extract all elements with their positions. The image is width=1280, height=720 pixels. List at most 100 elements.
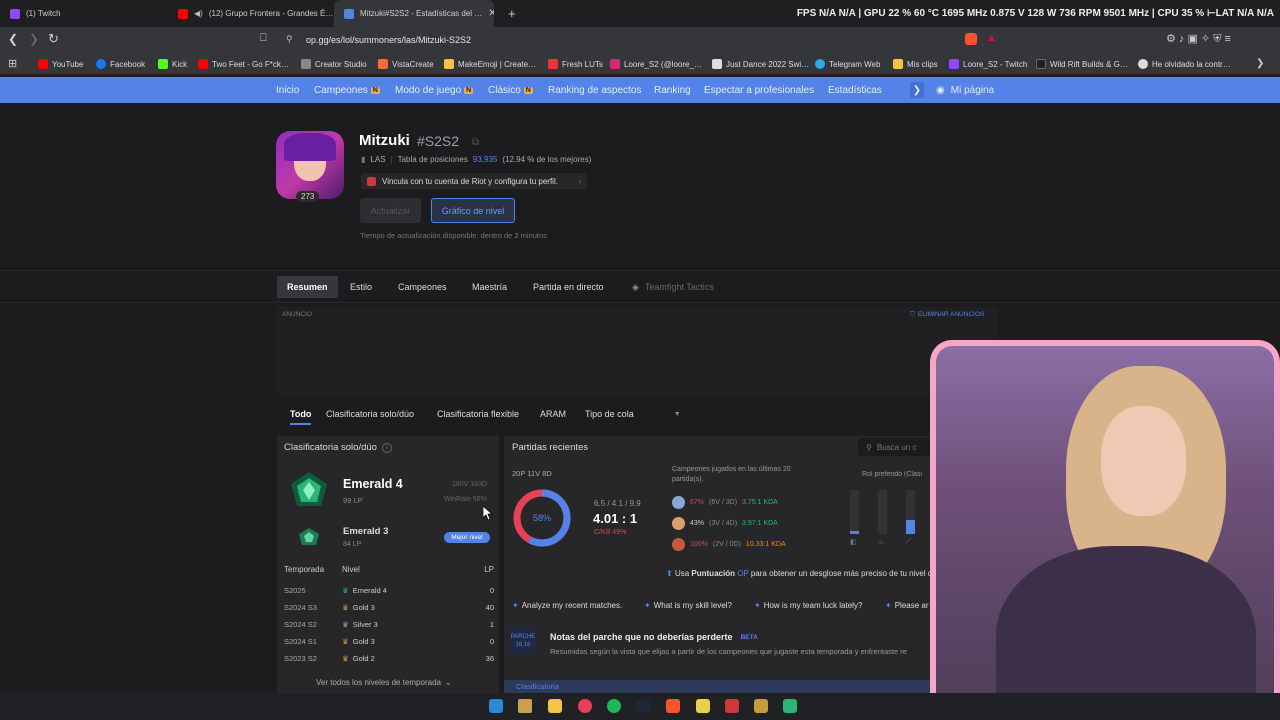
bookmark-youtube[interactable]: YouTube <box>38 53 83 75</box>
queue-tab-aram[interactable]: ARAM <box>540 405 566 423</box>
reload-icon[interactable]: ↻ <box>48 31 59 47</box>
copy-icon[interactable]: ⧉ <box>472 137 479 148</box>
nav-espectar[interactable]: Espectar a profesionales <box>704 77 814 103</box>
ladder-rank-link[interactable]: 93,935 <box>473 155 497 164</box>
nav-campeones[interactable]: Campeones N <box>314 77 380 103</box>
match-row-header: Clasificatoria <box>504 680 934 693</box>
bookmark-creator-studio[interactable]: Creator Studio <box>301 53 367 75</box>
kda-ratio: 4.01 : 1 <box>593 511 638 526</box>
bookmark-just-dance[interactable]: Just Dance 2022 Swi… <box>712 53 809 75</box>
avatar-hair <box>284 133 336 161</box>
more-bookmarks-icon[interactable]: ❯ <box>1256 58 1264 69</box>
mouse-cursor-icon <box>483 506 493 520</box>
queue-tab-todo[interactable]: Todo <box>290 405 312 425</box>
queue-tab-flex[interactable]: Clasificatoria flexible <box>437 405 519 423</box>
season-header: Temporada Nivel LP <box>284 564 494 574</box>
bookmark-vistacreate[interactable]: VistaCreate <box>378 53 434 75</box>
back-icon[interactable]: ❮ <box>8 32 18 46</box>
champion-row[interactable]: 67% (6V / 3D) 3.75:1 KDA <box>672 494 778 510</box>
bookmark-wild-rift[interactable]: Wild Rift Builds & G… <box>1036 53 1128 75</box>
tab-campeones[interactable]: Campeones <box>388 276 457 298</box>
browser-tab-youtube[interactable]: ◀) (12) Grupo Frontera - Grandes É… <box>168 0 334 27</box>
level-graph-button[interactable]: Gráfico de nivel <box>431 198 515 223</box>
browser-tab-opgg[interactable]: Mitzuki#S2S2 - Estadísticas del … ✕ <box>334 0 494 27</box>
bookmark-two-feet[interactable]: Two Feet - Go F*ck… <box>198 53 289 75</box>
patch-notes-title[interactable]: Notas del parche que no deberías perdert… <box>550 632 758 642</box>
champion-row[interactable]: 43% (3V / 4D) 3.97:1 KDA <box>672 515 778 531</box>
champion-row[interactable]: 100% (2V / 0D) 10.33:1 KDA <box>672 536 786 552</box>
nav-ranking[interactable]: Ranking <box>654 77 691 103</box>
notes-icon[interactable] <box>518 699 532 713</box>
extensions-icon[interactable]: ⚙ ♪ ▣ ✧ ⛨ ≡ <box>1166 32 1231 46</box>
bookmark-facebook[interactable]: Facebook <box>96 53 145 75</box>
app-icon[interactable] <box>696 699 710 713</box>
windows-start-icon[interactable] <box>489 699 503 713</box>
nav-clasico[interactable]: Clásico N <box>488 77 533 103</box>
brave-icon[interactable] <box>666 699 680 713</box>
update-button[interactable]: Actualizar <box>360 198 421 223</box>
bookmark-twitch[interactable]: Loore_S2 - Twitch <box>949 53 1027 75</box>
riot-client-icon[interactable] <box>725 699 739 713</box>
performance-overlay: FPS N/A N/A | GPU 22 % 60 °C 1695 MHz 0.… <box>796 8 1274 19</box>
riot-link-banner[interactable]: Vincula con tu cuenta de Riot y configur… <box>361 173 587 189</box>
champion-search-input[interactable]: ⚲ Busca un c <box>858 438 934 456</box>
chrome-icon[interactable] <box>578 699 592 713</box>
telegram-icon <box>815 59 825 69</box>
overwolf-icon[interactable] <box>783 699 797 713</box>
bookmark-icon[interactable]: ⎕ <box>260 32 267 45</box>
twitch-icon <box>10 8 20 19</box>
queue-tab-solo-duo[interactable]: Clasificatoria solo/dúo <box>326 405 414 423</box>
bookmark-kick[interactable]: Kick <box>158 53 187 75</box>
apps-icon[interactable]: ⊞ <box>8 57 17 70</box>
ai-pill-please[interactable]: ✦ Please ar <box>885 598 933 612</box>
browser-tab-twitch[interactable]: (1) Twitch <box>0 0 170 27</box>
spotify-icon[interactable] <box>607 699 621 713</box>
nav-inicio[interactable]: Inicio <box>276 77 299 103</box>
view-all-seasons-link[interactable]: Ver todos los niveles de temporada ⌄ <box>316 678 452 687</box>
riot-icon <box>367 176 376 186</box>
ai-pill-skill[interactable]: ✦ What is my skill level? <box>644 598 732 612</box>
win-loss: 180V 183D <box>452 481 488 488</box>
bookmark-fresh-luts[interactable]: Fresh LUTs <box>548 53 603 75</box>
close-tab-icon[interactable]: ✕ <box>488 8 494 19</box>
remove-ads-link[interactable]: ⛉ ELIMINAR ANUNCIOS <box>910 311 984 319</box>
tier-icon: ♛ <box>342 636 349 646</box>
bookmark-forgot-password[interactable]: He olvidado la contr… <box>1138 53 1231 75</box>
tab-resumen[interactable]: Resumen <box>277 276 338 298</box>
league-client-icon[interactable] <box>754 699 768 713</box>
bookmark-mis-clips[interactable]: Mis clips <box>893 53 938 75</box>
season-row: S2024 S1 ♛ Gold 30 <box>284 636 494 646</box>
nav-estadisticas[interactable]: Estadísticas <box>828 77 882 103</box>
site-info-icon[interactable]: ⚲ <box>286 34 293 45</box>
emerald-emblem-icon <box>287 470 331 510</box>
nav-ranking-aspectos[interactable]: Ranking de aspectos <box>548 77 641 103</box>
ai-pill-analyze[interactable]: ✦ Analyze my recent matches. <box>512 598 622 612</box>
file-explorer-icon[interactable] <box>548 699 562 713</box>
nav-modo-de-juego[interactable]: Modo de juego N <box>395 77 474 103</box>
tier-icon: ♛ <box>342 602 349 612</box>
tab-tft[interactable]: ◈ Teamfight Tactics <box>622 276 724 298</box>
kda-line: 6.5 / 4.1 / 9.9 <box>594 499 641 508</box>
my-page-link[interactable]: ◉ Mi página <box>936 77 994 103</box>
queue-type-select[interactable]: Tipo de cola ▼ <box>585 405 681 423</box>
ai-pill-team-luck[interactable]: ✦ How is my team luck lately? <box>754 598 862 612</box>
nav-scroll-right-icon[interactable]: ❯ <box>910 82 924 98</box>
chevron-down-icon: ▼ <box>673 410 681 418</box>
bookmark-makeemoji[interactable]: MakeEmoji | Create… <box>444 53 536 75</box>
tab-partida-en-directo[interactable]: Partida en directo <box>523 276 614 298</box>
arrow-up-icon: ⬆ <box>666 569 673 578</box>
new-badge: N <box>523 86 533 94</box>
wild-rift-icon <box>1036 59 1046 69</box>
steam-icon[interactable] <box>636 699 650 713</box>
tab-maestria[interactable]: Maestría <box>462 276 517 298</box>
role-bar-mid <box>906 520 915 534</box>
url-input[interactable]: ⚲ op.gg/es/lol/summoners/las/Mitzuki-S2S… <box>282 31 1002 49</box>
new-tab-button[interactable]: + <box>498 0 518 27</box>
tab-estilo[interactable]: Estilo <box>340 276 382 298</box>
forward-icon[interactable]: ❯ <box>29 32 39 46</box>
bookmark-telegram[interactable]: Telegram Web <box>815 53 880 75</box>
bookmark-instagram[interactable]: Loore_S2 (@loore_… <box>610 53 702 75</box>
chevron-down-icon: ⌄ <box>444 678 452 687</box>
sparkle-icon: ✦ <box>885 600 892 610</box>
info-icon[interactable]: i <box>381 442 392 453</box>
